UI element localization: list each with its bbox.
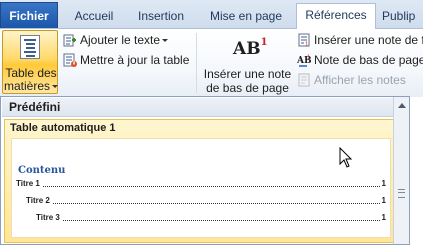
tab-fichier[interactable]: Fichier [0, 2, 58, 29]
section-header-predefini: Prédéfini [2, 98, 394, 117]
endnote-icon: 1 [297, 33, 311, 48]
tab-publipostage[interactable]: Publip [382, 4, 423, 28]
preview-entry: Titre 1 1 [16, 178, 386, 190]
gallery-item-table-automatique-1[interactable]: Table automatique 1 Contenu Titre 1 1 Ti… [4, 119, 394, 243]
gallery-item-title: Table automatique 1 [10, 122, 116, 134]
insert-endnote-button[interactable]: 1 Insérer une note de f [297, 31, 423, 49]
scroll-up-icon[interactable] [398, 103, 406, 108]
add-text-button[interactable]: Ajouter le texte [63, 31, 169, 49]
chevron-down-icon [162, 39, 169, 43]
add-text-icon [63, 33, 77, 47]
ribbon-separator [196, 33, 197, 93]
insert-footnote-label: Insérer une note de bas de page [203, 67, 292, 95]
preview-heading: Contenu [18, 165, 66, 176]
ribbon: Table des matières Ajouter le texte Mett… [0, 28, 423, 97]
next-footnote-icon: AB 1 [296, 53, 312, 67]
toc-label-line2: matières [3, 80, 59, 93]
footnote-icon: AB1 [233, 37, 268, 59]
preview-entry: Titre 3 1 [36, 212, 386, 224]
show-notes-button[interactable]: Afficher les notes [297, 71, 406, 89]
preview-entry: Titre 2 1 [26, 195, 386, 207]
update-table-icon [63, 53, 77, 67]
mouse-cursor-icon [339, 147, 353, 168]
tab-insertion[interactable]: Insertion [130, 4, 192, 28]
scroll-grip-icon[interactable] [398, 189, 405, 198]
show-notes-icon [297, 73, 311, 87]
tab-mise-en-page[interactable]: Mise en page [203, 4, 289, 28]
gallery-scrollbar[interactable] [393, 97, 409, 244]
table-of-contents-button[interactable]: Table des matières [2, 30, 58, 94]
chevron-down-icon [52, 85, 58, 89]
update-table-button[interactable]: Mettre à jour la table [63, 51, 189, 69]
toc-dropdown-gallery: Prédéfini Table automatique 1 Contenu Ti… [0, 96, 410, 245]
tab-references[interactable]: Références [296, 3, 376, 29]
ribbon-tab-bar: Fichier Accueil Insertion Mise en page R… [0, 0, 423, 29]
document-toc-icon [20, 35, 40, 59]
next-footnote-button[interactable]: AB 1 Note de bas de page [296, 51, 423, 69]
toc-preview: Contenu Titre 1 1 Titre 2 1 Titre 3 1 [11, 138, 391, 238]
tab-accueil[interactable]: Accueil [66, 4, 122, 28]
